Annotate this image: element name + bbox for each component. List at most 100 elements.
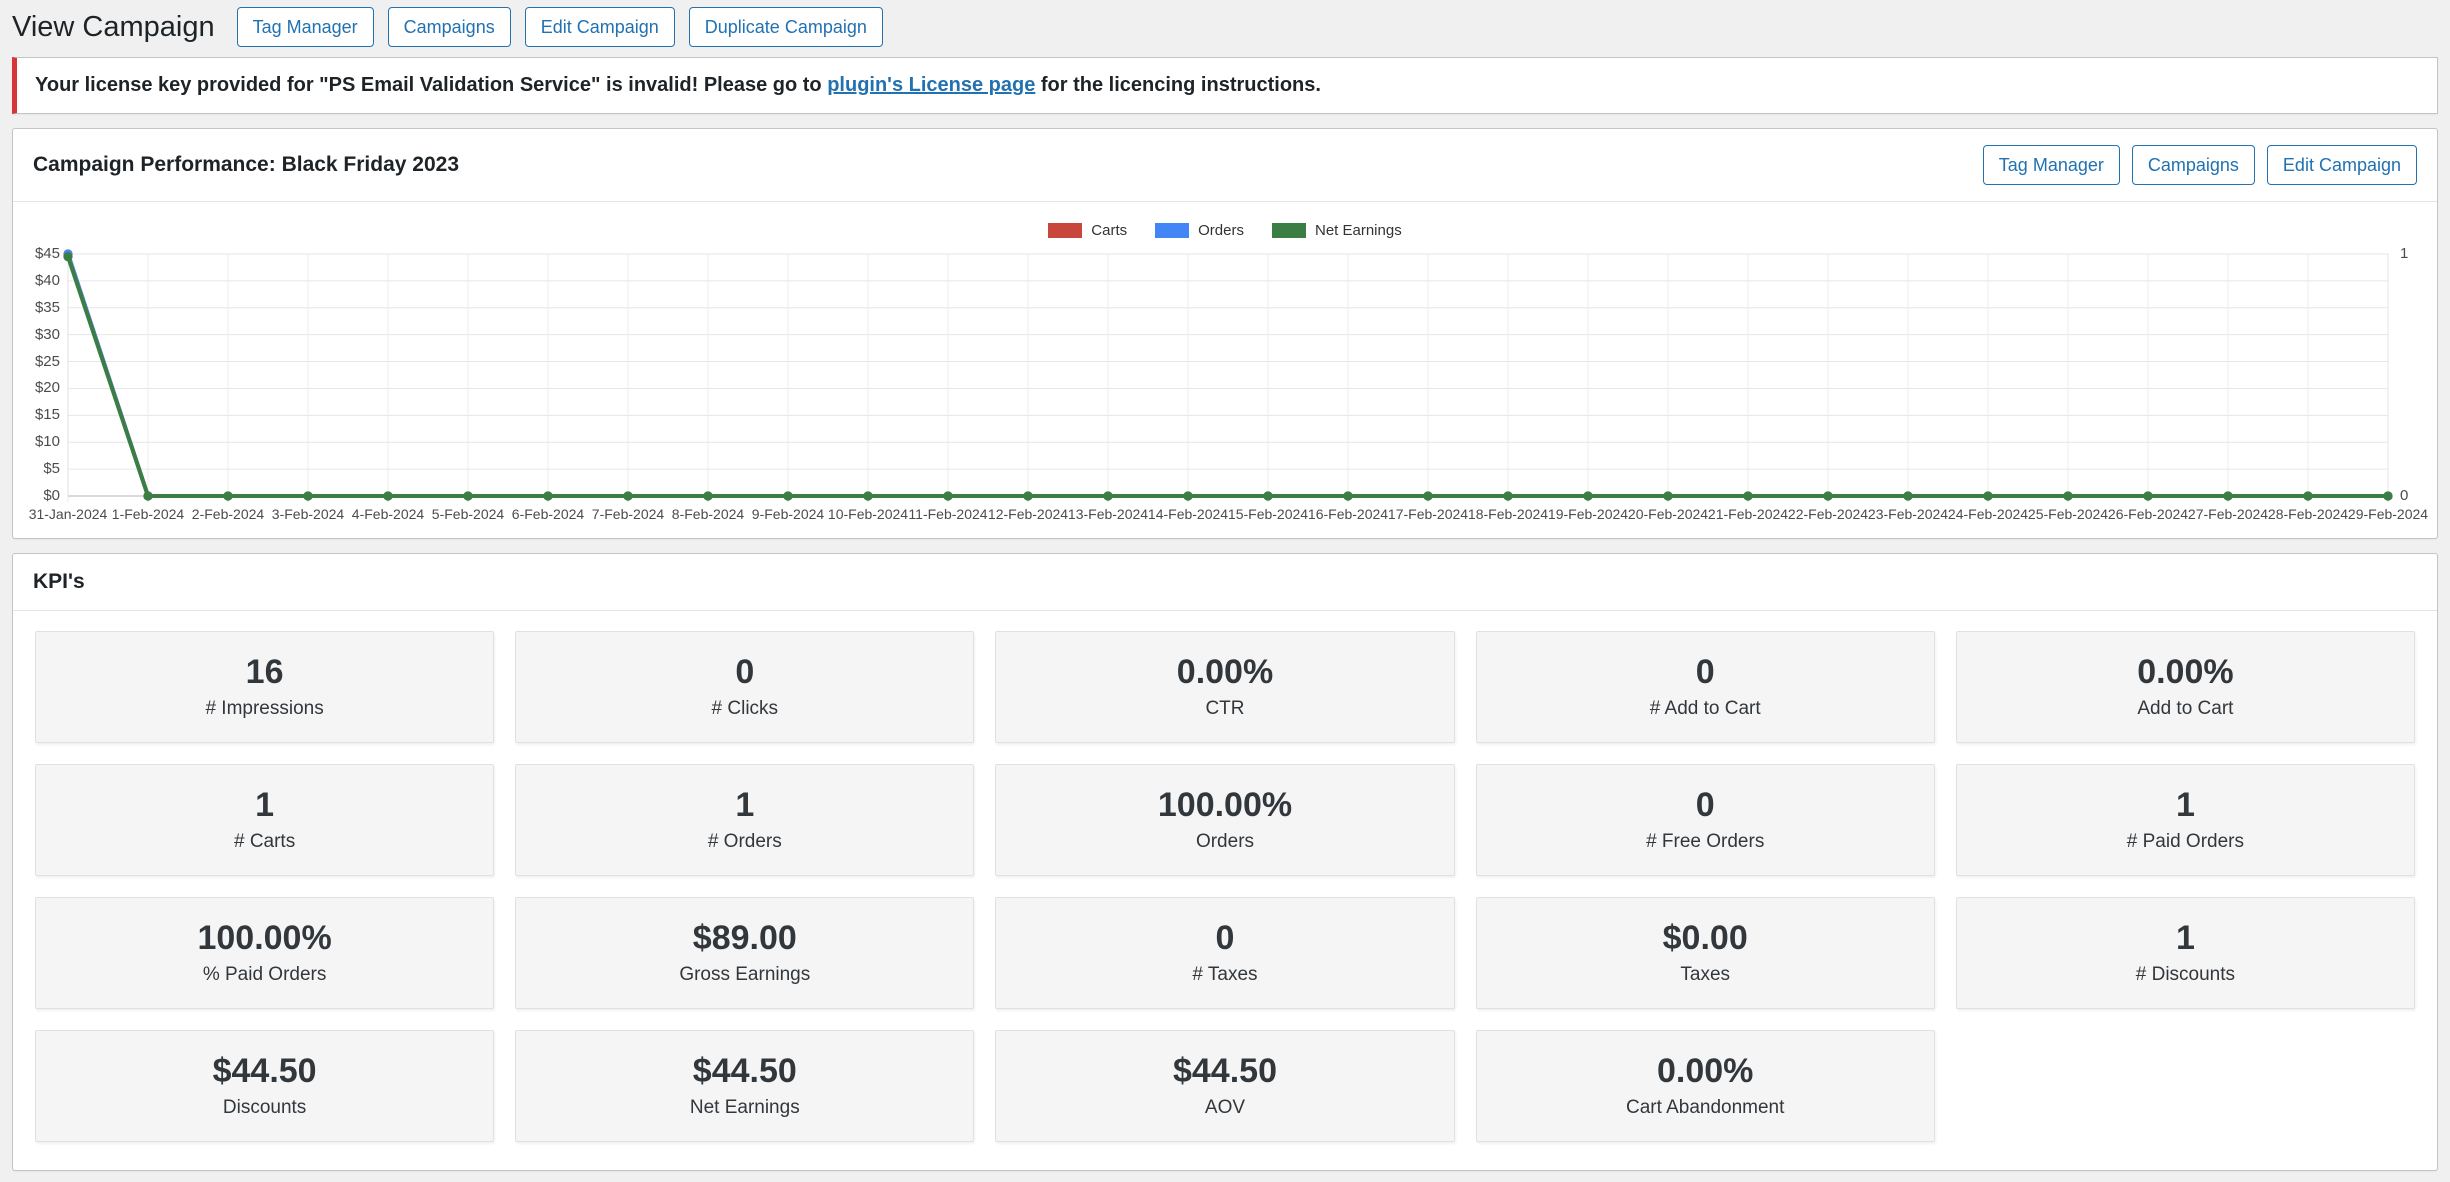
data-point: [1823, 491, 1832, 500]
tag-manager-button[interactable]: Tag Manager: [237, 7, 374, 47]
kpi-card-ctr: 0.00% CTR: [995, 631, 1454, 743]
data-point: [1343, 491, 1352, 500]
notice-text-after: for the licencing instructions.: [1035, 74, 1321, 96]
x-axis-tick: 14-Feb-2024: [1142, 506, 1234, 522]
kpi-value: 0.00%: [1177, 654, 1273, 691]
data-point: [863, 491, 872, 500]
kpi-value: 0.00%: [1657, 1053, 1753, 1090]
right-axis-tick: 1: [2400, 245, 2434, 262]
duplicate-campaign-button[interactable]: Duplicate Campaign: [689, 7, 883, 47]
y-axis-tick: $35: [13, 299, 60, 316]
data-point: [1663, 491, 1672, 500]
data-point: [1503, 491, 1512, 500]
legend-item-net-earnings: Net Earnings: [1272, 222, 1402, 239]
kpi-value: 16: [246, 654, 284, 691]
kpi-card-orders: 100.00%Orders: [995, 764, 1454, 876]
kpi-label: Gross Earnings: [679, 964, 810, 986]
kpi-card-discounts: 1# Discounts: [1956, 897, 2415, 1009]
kpi-value: 1: [735, 787, 754, 824]
kpi-label: # Clicks: [712, 698, 779, 720]
legend-label: Orders: [1198, 222, 1244, 239]
kpi-card-orders: 1 # Orders: [515, 764, 974, 876]
kpi-label: # Orders: [708, 831, 782, 853]
legend-label: Carts: [1091, 222, 1127, 239]
campaign-performance-panel: Campaign Performance: Black Friday 2023 …: [12, 128, 2438, 539]
data-point: [63, 252, 72, 261]
y-axis-tick: $0: [13, 487, 60, 504]
x-axis-tick: 10-Feb-2024: [822, 506, 914, 522]
kpi-label: Orders: [1196, 831, 1254, 853]
x-axis-tick: 20-Feb-2024: [1622, 506, 1714, 522]
series-line-orders: [68, 254, 2388, 496]
kpi-label: Add to Cart: [2137, 698, 2233, 720]
edit-campaign-button[interactable]: Edit Campaign: [525, 7, 675, 47]
x-axis-tick: 16-Feb-2024: [1302, 506, 1394, 522]
y-axis-tick: $25: [13, 353, 60, 370]
y-axis-tick: $15: [13, 406, 60, 423]
tag-manager-button[interactable]: Tag Manager: [1983, 145, 2120, 185]
data-point: [1423, 491, 1432, 500]
page-title: View Campaign: [12, 6, 215, 48]
kpi-card-net-earnings: $44.50Net Earnings: [515, 1030, 974, 1142]
edit-campaign-button[interactable]: Edit Campaign: [2267, 145, 2417, 185]
campaigns-button[interactable]: Campaigns: [388, 7, 511, 47]
data-point: [943, 491, 952, 500]
legend-item-orders: Orders: [1155, 222, 1244, 239]
kpi-label: AOV: [1205, 1097, 1245, 1119]
data-point: [1263, 491, 1272, 500]
data-point: [2143, 491, 2152, 500]
kpi-title: KPI's: [33, 570, 85, 594]
kpi-card-gross-earnings: $89.00 Gross Earnings: [515, 897, 974, 1009]
kpi-label: # Carts: [234, 831, 295, 853]
campaigns-button[interactable]: Campaigns: [2132, 145, 2255, 185]
data-point: [2063, 491, 2072, 500]
y-axis-tick: $45: [13, 245, 60, 262]
x-axis-tick: 5-Feb-2024: [422, 506, 514, 522]
data-point: [303, 491, 312, 500]
data-point: [223, 491, 232, 500]
kpi-card-impressions: 16 # Impressions: [35, 631, 494, 743]
data-point: [543, 491, 552, 500]
notice-text-before: Your license key provided for "PS Email …: [35, 74, 827, 96]
kpi-label: CTR: [1205, 698, 1244, 720]
data-point: [1583, 491, 1592, 500]
legend-swatch: [1272, 223, 1306, 238]
x-axis-tick: 26-Feb-2024: [2102, 506, 2194, 522]
kpi-card-discounts: $44.50Discounts: [35, 1030, 494, 1142]
kpi-value: 1: [2176, 787, 2195, 824]
kpi-value: $0.00: [1663, 920, 1748, 957]
data-point: [703, 491, 712, 500]
kpi-label: # Add to Cart: [1650, 698, 1761, 720]
x-axis-tick: 8-Feb-2024: [662, 506, 754, 522]
x-axis-tick: 22-Feb-2024: [1782, 506, 1874, 522]
kpi-value: 0.00%: [2137, 654, 2233, 691]
kpi-value: 1: [255, 787, 274, 824]
data-point: [2383, 491, 2392, 500]
top-bar: View Campaign Tag Manager Campaigns Edit C…: [0, 0, 2450, 48]
data-point: [783, 491, 792, 500]
kpi-grid: 16 # Impressions 0 # Clicks 0.00% CTR 0 # Add t…: [13, 611, 2437, 1170]
kpi-value: $44.50: [213, 1053, 317, 1090]
x-axis-tick: 15-Feb-2024: [1222, 506, 1314, 522]
x-axis-tick: 4-Feb-2024: [342, 506, 434, 522]
kpi-panel: KPI's 16 # Impressions 0 # Clicks 0.00% CTR 0 #…: [12, 553, 2438, 1171]
x-axis-tick: 1-Feb-2024: [102, 506, 194, 522]
license-notice: Your license key provided for "PS Email …: [12, 57, 2438, 114]
license-page-link[interactable]: plugin's License page: [827, 74, 1035, 96]
kpi-label: # Discounts: [2136, 964, 2235, 986]
kpi-label: # Impressions: [205, 698, 323, 720]
kpi-value: 0: [1696, 787, 1715, 824]
x-axis-tick: 31-Jan-2024: [22, 506, 114, 522]
performance-panel-buttons: Tag Manager Campaigns Edit Campaign: [1983, 145, 2417, 185]
data-point: [143, 491, 152, 500]
y-axis-tick: $40: [13, 272, 60, 289]
chart-canvas: [13, 202, 2437, 532]
series-line-carts: [68, 254, 2388, 496]
kpi-value: 0: [1216, 920, 1235, 957]
data-point: [2223, 491, 2232, 500]
kpi-label: # Free Orders: [1646, 831, 1764, 853]
kpi-value: $89.00: [693, 920, 797, 957]
kpi-label: Cart Abandonment: [1626, 1097, 1784, 1119]
x-axis-tick: 19-Feb-2024: [1542, 506, 1634, 522]
x-axis-tick: 9-Feb-2024: [742, 506, 834, 522]
